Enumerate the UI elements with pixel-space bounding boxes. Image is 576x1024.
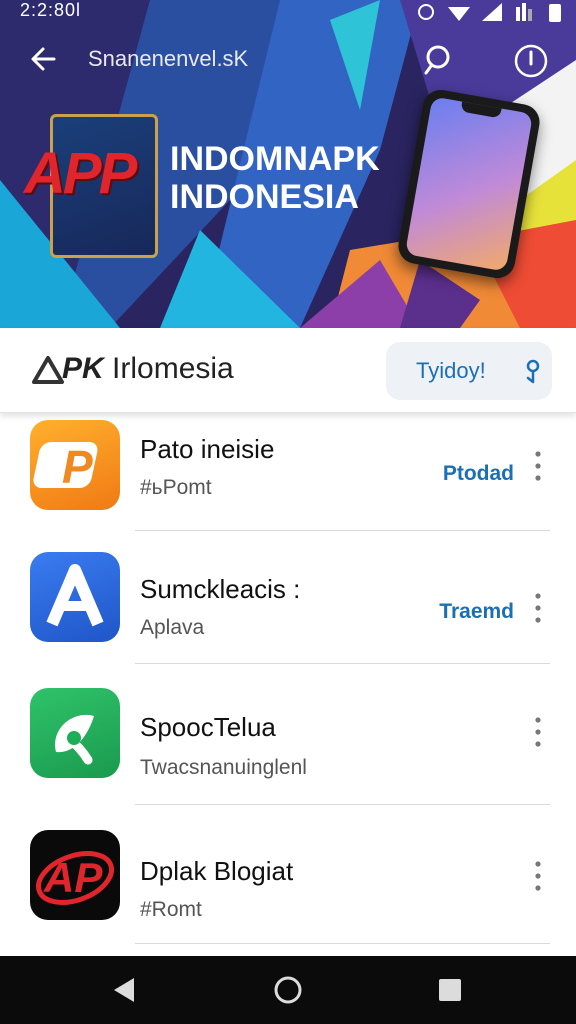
- hero-title-line2: INDONESIA: [170, 178, 359, 216]
- a-letter-icon: [46, 564, 104, 627]
- hero-banner: 2:2:80l Snanenenvel.sK APP INDOMNAPK IND…: [0, 0, 576, 328]
- nav-home-icon[interactable]: [272, 974, 304, 1006]
- wifi-icon: [448, 7, 470, 21]
- app-icon-black: AP: [30, 830, 120, 920]
- app-bar-title: Snanenenvel.sK: [88, 46, 249, 71]
- svg-text:AP: AP: [43, 854, 103, 901]
- status-bar: 2:2:80l: [0, 0, 576, 26]
- battery-icon: [549, 4, 561, 22]
- top-app-bar: Snanenenvel.sK: [0, 36, 576, 84]
- app-meta: Aplava: [140, 616, 205, 639]
- status-time: 2:2:80l: [20, 0, 82, 20]
- hero-title: INDOMNAPK INDONESIA: [170, 140, 380, 216]
- app-icon-orange: P: [30, 420, 120, 510]
- brand-name: PK Irlomesia: [62, 352, 234, 386]
- list-item[interactable]: SpoocTelua Twacsnanuinglenl: [0, 686, 576, 814]
- svg-text:P: P: [62, 441, 93, 493]
- app-icon-green: [30, 688, 120, 778]
- search-icon[interactable]: [420, 42, 456, 78]
- app-name: Dplak Blogiat: [140, 856, 294, 886]
- app-name: SpoocTelua: [140, 712, 276, 742]
- divider: [135, 804, 550, 805]
- app-name: Sumckleacis :: [140, 574, 301, 604]
- signal-icon: [482, 3, 502, 21]
- system-nav-bar: [0, 956, 576, 1024]
- app-meta: #Romt: [140, 898, 202, 921]
- app-icon-blue: [30, 552, 120, 642]
- nfc-icon: [418, 4, 434, 20]
- divider: [135, 530, 550, 531]
- power-icon[interactable]: [512, 42, 550, 80]
- app-meta: #ьPomt: [140, 476, 212, 499]
- divider: [135, 663, 550, 664]
- filter-label: Tyidoy!: [416, 358, 486, 383]
- nav-recents-icon[interactable]: [434, 974, 466, 1006]
- more-vertical-icon[interactable]: [528, 590, 548, 626]
- brand-prefix: PK: [62, 352, 104, 385]
- app-meta: Twacsnanuinglenl: [140, 756, 307, 779]
- ap-logo-icon: AP: [36, 851, 114, 905]
- p-letter-icon: P: [33, 441, 98, 493]
- back-arrow-icon[interactable]: [26, 42, 60, 76]
- brand-suffix: Irlomesia: [103, 352, 234, 385]
- more-vertical-icon[interactable]: [528, 858, 548, 894]
- leaf-icon: [55, 714, 94, 765]
- app-logo: APP: [24, 141, 137, 206]
- more-vertical-icon[interactable]: [528, 714, 548, 750]
- signal2-icon: [516, 3, 532, 21]
- list-item[interactable]: Sumckleacis : Aplava Traemd: [0, 550, 576, 672]
- filter-icon: [526, 359, 540, 384]
- hero-title-line1: INDOMNAPK: [170, 140, 380, 178]
- list-item[interactable]: P Pato ineisie #ьPomt Ptodad: [0, 412, 576, 530]
- list-item[interactable]: AP Dplak Blogiat #Romt: [0, 828, 576, 952]
- app-action-button[interactable]: Ptodad: [443, 462, 514, 486]
- more-vertical-icon[interactable]: [528, 448, 548, 484]
- brand-header: PK Irlomesia Tyidoy!: [0, 328, 576, 413]
- app-name: Pato ineisie: [140, 434, 275, 464]
- app-action-button[interactable]: Traemd: [439, 600, 514, 624]
- nav-back-icon[interactable]: [108, 974, 140, 1006]
- divider: [135, 943, 550, 944]
- phone-screen: [404, 96, 534, 272]
- filter-button[interactable]: Tyidoy!: [386, 342, 552, 400]
